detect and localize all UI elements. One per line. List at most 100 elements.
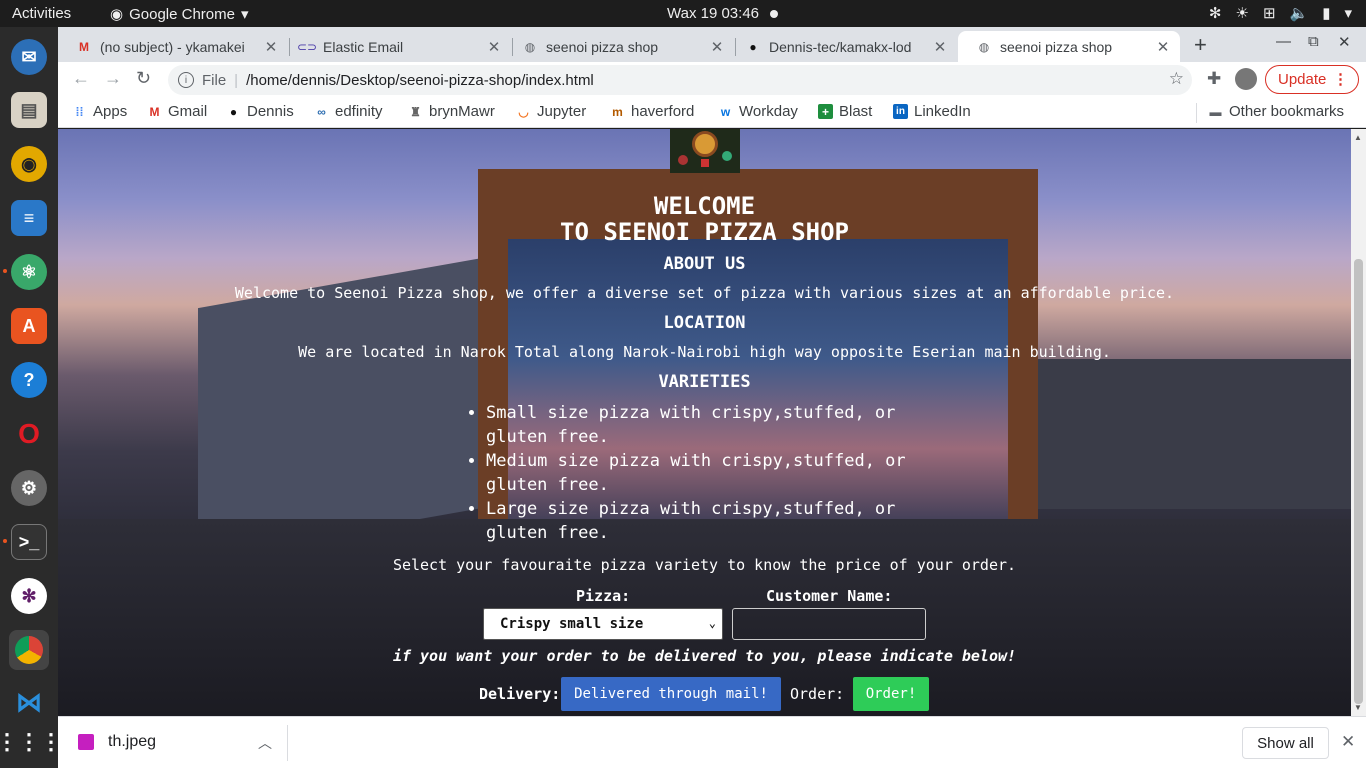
bookmark-dennis[interactable]: ● Dennis: [226, 103, 294, 120]
order-button[interactable]: Order!: [853, 677, 929, 711]
page-scrollbar[interactable]: ▲ ▼: [1351, 129, 1366, 716]
tab-title: seenoi pizza shop: [1000, 38, 1113, 55]
url-text[interactable]: /home/dennis/Desktop/seenoi-pizza-shop/i…: [246, 72, 594, 89]
help-icon[interactable]: ?: [11, 362, 47, 398]
workday-icon: w: [720, 104, 731, 119]
chrome-icon[interactable]: [9, 630, 49, 670]
tab-github[interactable]: ● Dennis-tec/kamakx-lod ✕: [727, 31, 957, 62]
github-icon: ●: [749, 39, 757, 54]
running-indicator: [3, 539, 7, 543]
delivery-button[interactable]: Delivered through mail!: [561, 677, 781, 711]
bookmarks-bar: ⁞⁞ Apps M Gmail ● Dennis ∞ edfinity ♜ brynMaw…: [58, 97, 1366, 128]
close-icon[interactable]: ✕: [931, 38, 949, 56]
terminal-icon[interactable]: >_: [11, 524, 47, 560]
update-button[interactable]: Update ⋮: [1265, 65, 1359, 94]
activities-button[interactable]: Activities: [12, 5, 71, 22]
thunderbird-icon[interactable]: ✉: [11, 39, 47, 75]
network-icon[interactable]: ⊞: [1263, 4, 1276, 22]
opera-icon[interactable]: O: [11, 416, 47, 452]
show-applications-icon[interactable]: ⋮⋮⋮: [0, 724, 62, 760]
rhythmbox-icon[interactable]: ◉: [11, 146, 47, 182]
reload-icon[interactable]: ↻: [136, 68, 151, 89]
minimize-icon[interactable]: —: [1276, 33, 1291, 50]
app-menu[interactable]: ◉ Google Chrome ▾: [110, 5, 249, 24]
about-text: Welcome to Seenoi Pizza shop, we offer a…: [234, 284, 1175, 302]
bookmark-brynmawr[interactable]: ♜ brynMawr: [408, 103, 495, 120]
writer-icon[interactable]: ≡: [11, 200, 47, 236]
power-menu-icon[interactable]: ▾: [1344, 4, 1352, 22]
bookmark-label: Apps: [93, 103, 128, 120]
show-all-button[interactable]: Show all: [1242, 727, 1329, 759]
bookmark-blast[interactable]: + Blast: [818, 103, 872, 120]
pizza-select[interactable]: Crispy small size ⌄: [483, 608, 723, 640]
close-icon[interactable]: ✕: [485, 38, 503, 56]
basil-graphic: [722, 151, 732, 161]
gmail-icon: M: [149, 104, 160, 119]
bookmark-label: Workday: [739, 103, 798, 120]
close-icon[interactable]: ✕: [1341, 732, 1355, 752]
bookmark-label: edfinity: [335, 103, 383, 120]
close-icon[interactable]: ✕: [708, 38, 726, 56]
image-file-icon: [78, 734, 94, 750]
scroll-down-arrow-icon[interactable]: ▼: [1354, 703, 1362, 712]
bookmark-apps[interactable]: ⁞⁞ Apps: [72, 103, 128, 120]
tab-seenoi-active[interactable]: ◍ seenoi pizza shop ✕: [958, 31, 1180, 62]
new-tab-button[interactable]: +: [1194, 32, 1207, 58]
list-item: Large size pizza with crispy,stuffed, or…: [486, 497, 926, 545]
varieties-list: Small size pizza with crispy,stuffed, or…: [486, 401, 926, 545]
other-bookmarks[interactable]: ▬ Other bookmarks: [1208, 103, 1345, 120]
profile-avatar[interactable]: [1235, 68, 1257, 90]
notification-dot-icon: [770, 10, 778, 18]
scrollbar-thumb[interactable]: [1354, 259, 1363, 704]
battery-icon[interactable]: ▮: [1322, 4, 1330, 22]
delivery-label: Delivery:: [479, 685, 561, 703]
info-icon[interactable]: i: [178, 72, 194, 88]
download-file-name: th.jpeg: [108, 733, 157, 750]
bookmark-jupyter[interactable]: ◡ Jupyter: [516, 103, 586, 120]
welcome-heading: WELCOME TO SEENOI PIZZA SHOP: [58, 193, 1351, 245]
files-icon[interactable]: ▤: [11, 92, 47, 128]
forward-arrow-icon[interactable]: →: [104, 68, 122, 89]
settings-icon[interactable]: ⚙: [11, 470, 47, 506]
close-icon[interactable]: ✕: [262, 38, 280, 56]
bookmark-label: Gmail: [168, 103, 208, 120]
volume-icon[interactable]: 🔈: [1290, 4, 1309, 22]
bookmark-label: LinkedIn: [914, 103, 971, 120]
location-heading: LOCATION: [663, 313, 746, 333]
download-item[interactable]: th.jpeg: [78, 733, 156, 751]
globe-icon: ◍: [978, 39, 990, 54]
tab-seenoi-1[interactable]: ◍ seenoi pizza shop ✕: [504, 31, 734, 62]
tab-elastic-email[interactable]: ⊂⊃ Elastic Email ✕: [281, 31, 511, 62]
software-center-icon[interactable]: A: [11, 308, 47, 344]
extensions-puzzle-icon[interactable]: ✚: [1207, 69, 1221, 89]
close-icon[interactable]: ✕: [1154, 38, 1172, 56]
chevron-up-icon[interactable]: ︿: [258, 733, 272, 753]
atom-icon[interactable]: ⚛: [11, 254, 47, 290]
slack-icon[interactable]: ✻: [11, 578, 47, 614]
bookmark-haverford[interactable]: m haverford: [610, 103, 694, 120]
scroll-up-arrow-icon[interactable]: ▲: [1354, 133, 1362, 142]
window-close-icon[interactable]: ✕: [1338, 33, 1351, 51]
bookmark-label: Other bookmarks: [1229, 103, 1345, 120]
bookmark-star-icon[interactable]: ☆: [1169, 69, 1184, 89]
tab-title: seenoi pizza shop: [546, 38, 659, 55]
brightness-icon[interactable]: ☀: [1235, 4, 1248, 22]
download-shelf: th.jpeg ︿ Show all ✕: [58, 716, 1366, 768]
maximize-icon[interactable]: ⧉: [1308, 33, 1319, 50]
bookmark-gmail[interactable]: M Gmail: [147, 103, 208, 120]
customer-name-input[interactable]: [732, 608, 926, 640]
vscode-icon[interactable]: ⋈: [11, 684, 47, 720]
chevron-down-icon: ⌄: [708, 616, 716, 630]
tab-gmail[interactable]: M (no subject) - ykamakei ✕: [58, 31, 288, 62]
clock[interactable]: Wax 19 03:46: [667, 5, 759, 22]
system-tray[interactable]: ✻ ☀ ⊞ 🔈 ▮ ▾: [1209, 4, 1352, 22]
tab-title: Dennis-tec/kamakx-lod: [769, 38, 912, 55]
welcome-line-1: WELCOME: [653, 192, 756, 220]
bookmark-workday[interactable]: w Workday: [718, 103, 798, 120]
bookmark-linkedin[interactable]: in LinkedIn: [893, 103, 971, 120]
address-bar[interactable]: i File | /home/dennis/Desktop/seenoi-piz…: [168, 65, 1192, 95]
back-arrow-icon[interactable]: ←: [72, 68, 90, 89]
bookmark-edfinity[interactable]: ∞ edfinity: [314, 103, 383, 120]
customer-name-label: Customer Name:: [766, 587, 893, 605]
slack-tray-icon[interactable]: ✻: [1209, 4, 1222, 22]
